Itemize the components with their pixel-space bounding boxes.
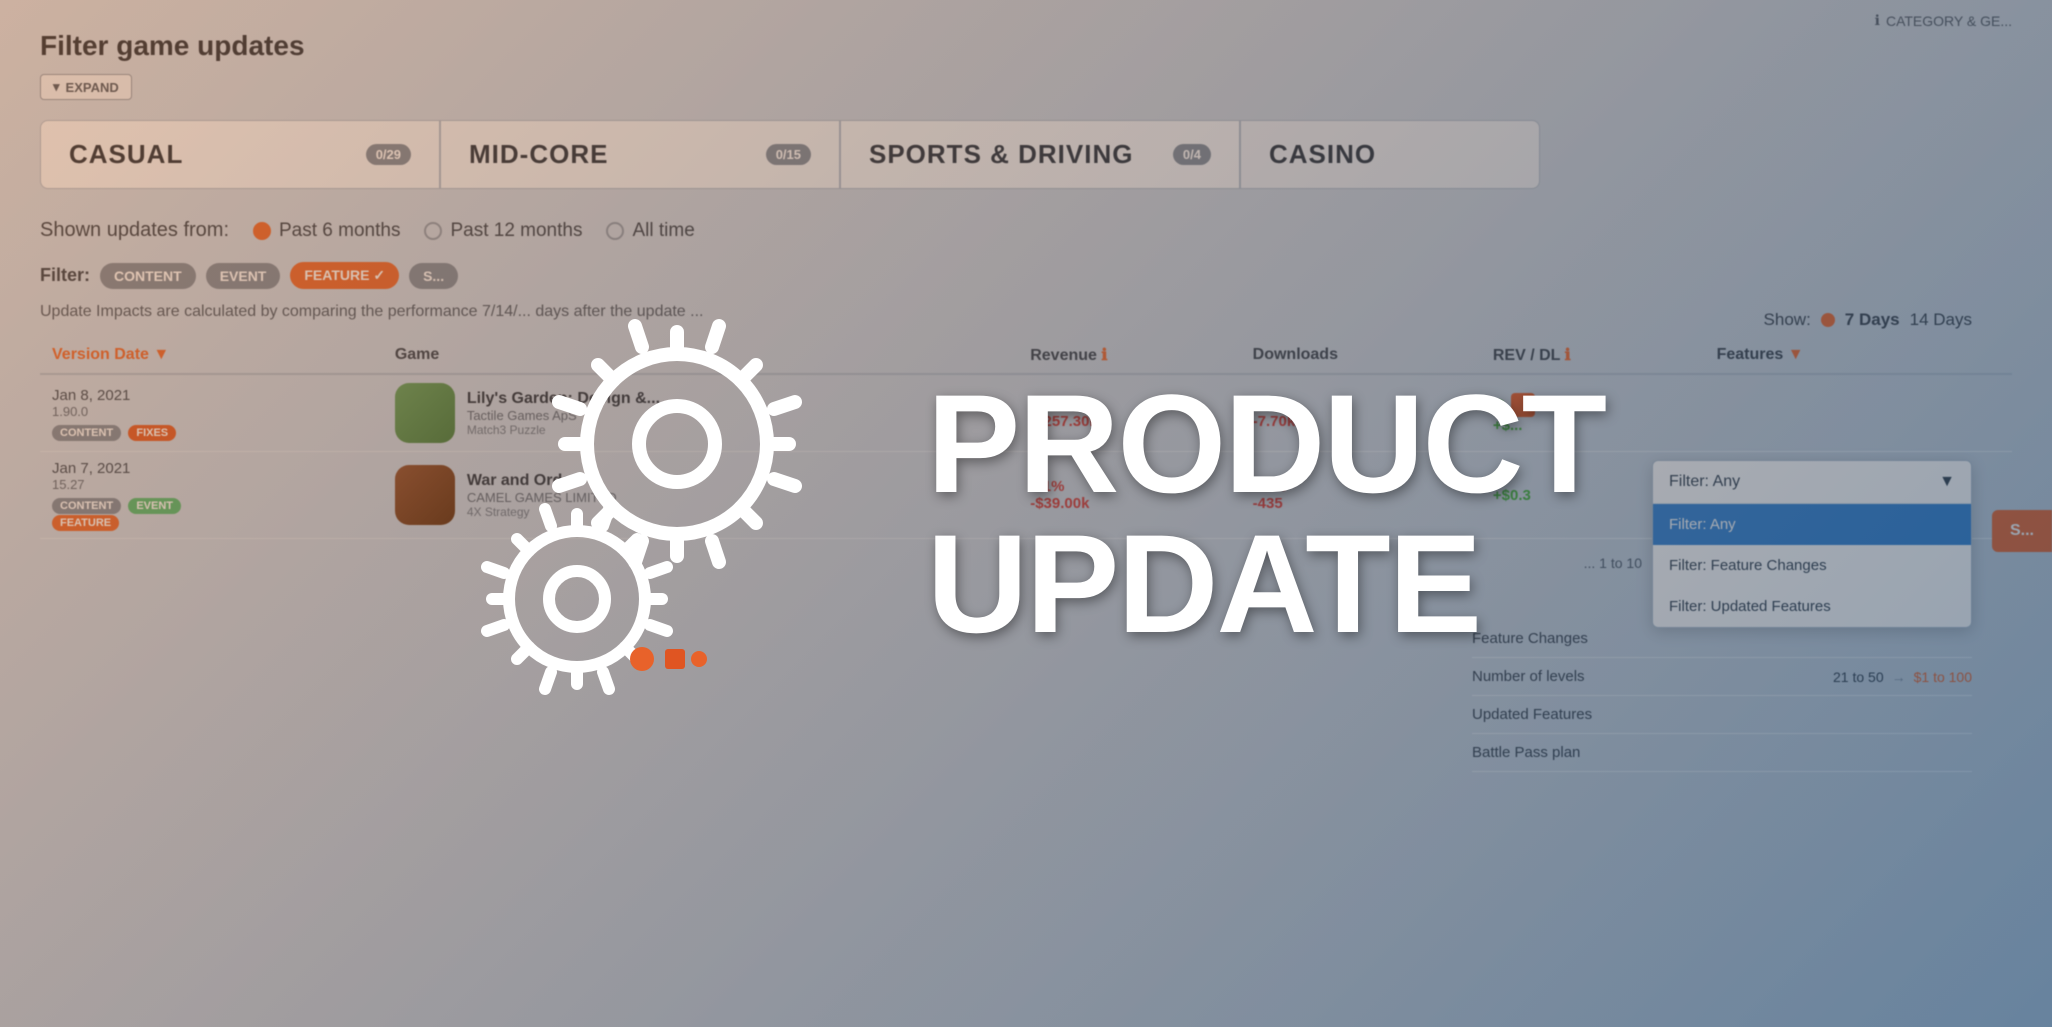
product-label: PRODUCT [927,374,1605,514]
overlay-content: PRODUCT UPDATE [447,304,1605,724]
gear-rect-orange [665,649,685,669]
gear-dot-orange [630,647,654,671]
product-update-overlay: PRODUCT UPDATE [0,0,2052,1027]
gear-dot-small [691,651,707,667]
product-update-text: PRODUCT UPDATE [927,374,1605,654]
gears-container [447,304,867,724]
update-label: UPDATE [927,514,1480,654]
gears-svg [447,304,867,724]
